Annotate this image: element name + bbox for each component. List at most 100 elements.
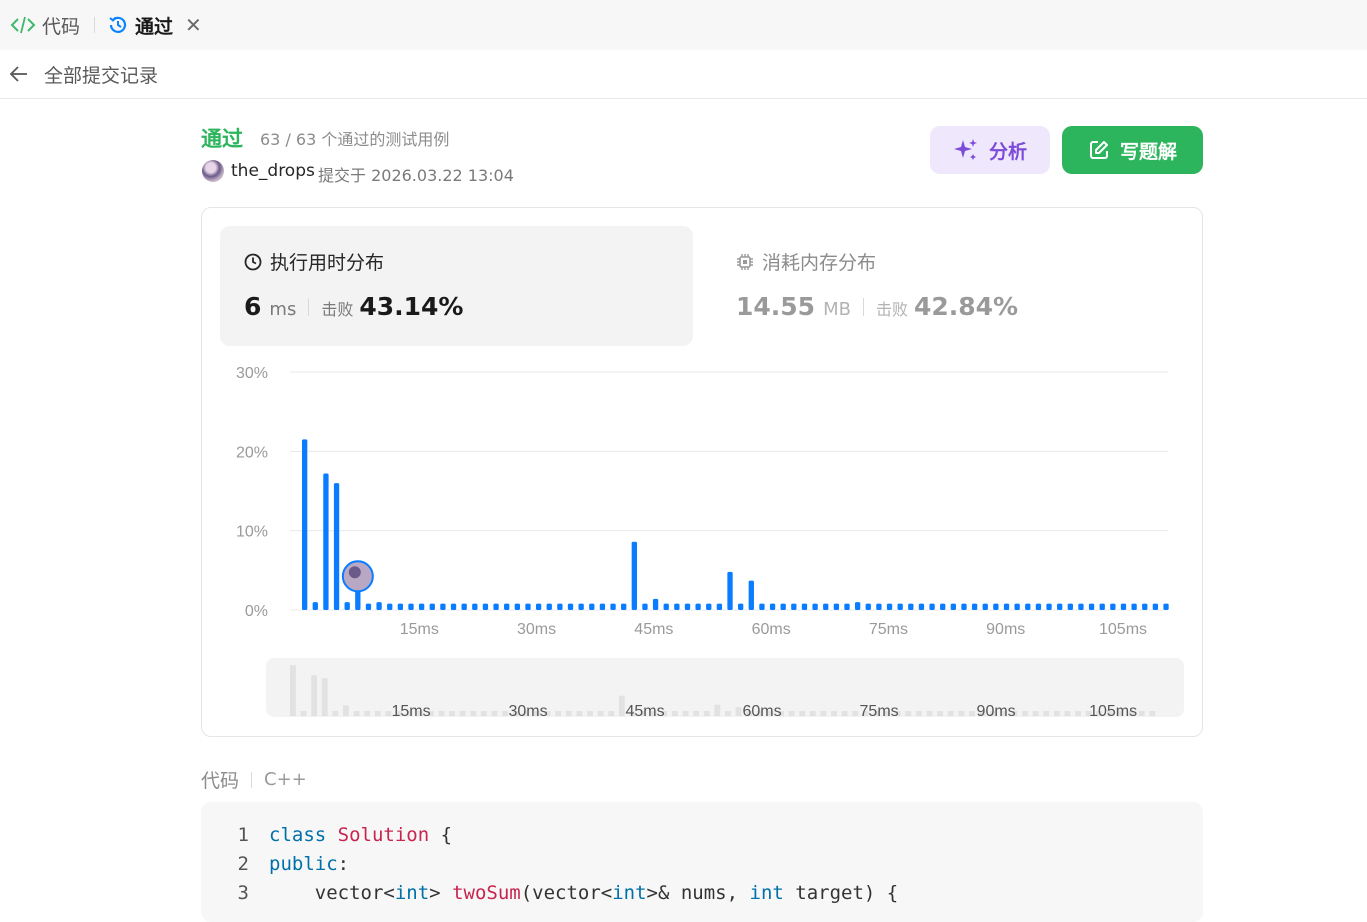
chart-bar[interactable]	[440, 603, 446, 610]
chart-bar[interactable]	[1099, 603, 1105, 610]
tab-code-label: 代码	[42, 15, 81, 38]
chart-bar[interactable]	[387, 603, 393, 610]
chart-bar[interactable]	[801, 603, 808, 610]
chart-bar[interactable]	[727, 571, 733, 610]
code-token: Solution	[337, 823, 430, 846]
chart-bar[interactable]	[365, 603, 372, 610]
chart-bar[interactable]	[482, 603, 489, 610]
chart-bar[interactable]	[940, 603, 946, 610]
chart-bar[interactable]	[652, 598, 659, 610]
chart-bar[interactable]	[865, 603, 871, 610]
chart-bar[interactable]	[599, 603, 606, 610]
chart-bar[interactable]	[621, 603, 627, 610]
chart-bar[interactable]	[823, 603, 829, 610]
chart-bar[interactable]	[908, 603, 914, 610]
chart-bar[interactable]	[886, 603, 893, 610]
chart-bar[interactable]	[1131, 603, 1137, 610]
chart-bar[interactable]	[1003, 603, 1010, 610]
chart-bar[interactable]	[1110, 603, 1116, 610]
chart-bar[interactable]	[1025, 603, 1031, 610]
chart-bar[interactable]	[897, 603, 903, 610]
chart-bar[interactable]	[408, 603, 414, 610]
tab-submission[interactable]: 通过	[107, 0, 173, 50]
analyze-button[interactable]: 分析	[930, 126, 1050, 174]
chart-bar[interactable]	[546, 603, 552, 610]
chart-bar[interactable]	[769, 603, 776, 610]
chart-bar[interactable]	[748, 580, 754, 610]
chart-bar[interactable]	[1046, 603, 1052, 610]
chart-bar[interactable]	[472, 603, 478, 610]
brush-tick-label: 45ms	[625, 703, 664, 717]
chart-bar[interactable]	[504, 603, 510, 610]
chart-bar[interactable]	[674, 603, 680, 610]
chart-bar[interactable]	[1163, 603, 1169, 610]
chart-range-brush[interactable]: 15ms 30ms 45ms 60ms 75ms 90ms 105ms	[266, 658, 1184, 717]
chart-bar[interactable]	[1120, 603, 1127, 610]
chart-bar[interactable]	[876, 603, 882, 610]
chart-bar[interactable]	[1067, 603, 1073, 610]
brush-bar	[682, 711, 689, 716]
chart-bar[interactable]	[1035, 603, 1042, 610]
chart-bar[interactable]	[950, 603, 956, 610]
chart-bar[interactable]	[993, 603, 999, 610]
chart-bar[interactable]	[929, 603, 935, 610]
chart-bar[interactable]	[833, 603, 840, 610]
chart-bar[interactable]	[567, 603, 574, 610]
chart-bar[interactable]	[631, 541, 637, 610]
chart-bar[interactable]	[1014, 603, 1020, 610]
chart-bar[interactable]	[1078, 603, 1084, 610]
chart-bar[interactable]	[971, 603, 978, 610]
chart-bar[interactable]	[982, 603, 988, 610]
chart-bar[interactable]	[1088, 603, 1095, 610]
chart-bar[interactable]	[376, 602, 382, 610]
chart-bar[interactable]	[642, 603, 648, 610]
chart-bar[interactable]	[684, 603, 691, 610]
chart-bar[interactable]	[589, 603, 595, 610]
chart-bar[interactable]	[759, 603, 765, 610]
chart-bar[interactable]	[344, 602, 350, 610]
runtime-value: 6	[244, 292, 262, 321]
username[interactable]: the_drops	[231, 161, 315, 181]
chart-bar[interactable]	[525, 603, 531, 610]
code-viewer[interactable]: 1 class Solution {2 public:3 vector< int > t…	[201, 802, 1203, 922]
chart-bar[interactable]	[1152, 603, 1159, 610]
chart-bar[interactable]	[791, 603, 797, 610]
chart-bar[interactable]	[557, 603, 563, 610]
chart-bar[interactable]	[918, 603, 925, 610]
code-line: 2 public:	[201, 849, 350, 878]
tab-code[interactable]: 代码	[10, 0, 80, 50]
chart-bar[interactable]	[418, 603, 425, 610]
chart-bar[interactable]	[663, 603, 669, 610]
chart-bar[interactable]	[461, 603, 467, 610]
chart-bar[interactable]	[333, 483, 340, 610]
chart-bar[interactable]	[1142, 603, 1148, 610]
chart-bar[interactable]	[695, 603, 701, 610]
chart-bar[interactable]	[397, 603, 404, 610]
chart-bar[interactable]	[312, 602, 318, 610]
close-icon[interactable]: ✕	[185, 13, 202, 37]
chart-bar[interactable]	[706, 603, 712, 610]
chart-bar[interactable]	[535, 603, 542, 610]
memory-metric-tab[interactable]: 消耗内存分布 14.55 MB 击败 42.84%	[712, 226, 1185, 346]
chart-bar[interactable]	[429, 603, 435, 610]
chart-bar[interactable]	[738, 603, 744, 610]
memory-unit: MB	[823, 299, 851, 320]
back-to-submissions[interactable]: 全部提交记录	[8, 61, 158, 88]
chart-bar[interactable]	[1057, 603, 1063, 610]
chart-bar[interactable]	[961, 603, 967, 610]
chart-bar[interactable]	[812, 603, 818, 610]
chart-bar[interactable]	[844, 603, 850, 610]
write-solution-button[interactable]: 写题解	[1062, 126, 1203, 174]
chart-bar[interactable]	[450, 603, 457, 610]
chart-bar[interactable]	[578, 603, 584, 610]
avatar[interactable]	[202, 160, 224, 182]
runtime-metric-tab[interactable]: 执行用时分布 6 ms 击败 43.14%	[220, 226, 693, 346]
chart-bar[interactable]	[854, 602, 861, 610]
chart-bar[interactable]	[716, 603, 723, 610]
chart-bar[interactable]	[302, 439, 308, 610]
chart-bar[interactable]	[610, 603, 616, 610]
chart-bar[interactable]	[780, 603, 786, 610]
chart-bar[interactable]	[323, 473, 329, 610]
chart-bar[interactable]	[514, 603, 520, 610]
chart-bar[interactable]	[493, 603, 499, 610]
